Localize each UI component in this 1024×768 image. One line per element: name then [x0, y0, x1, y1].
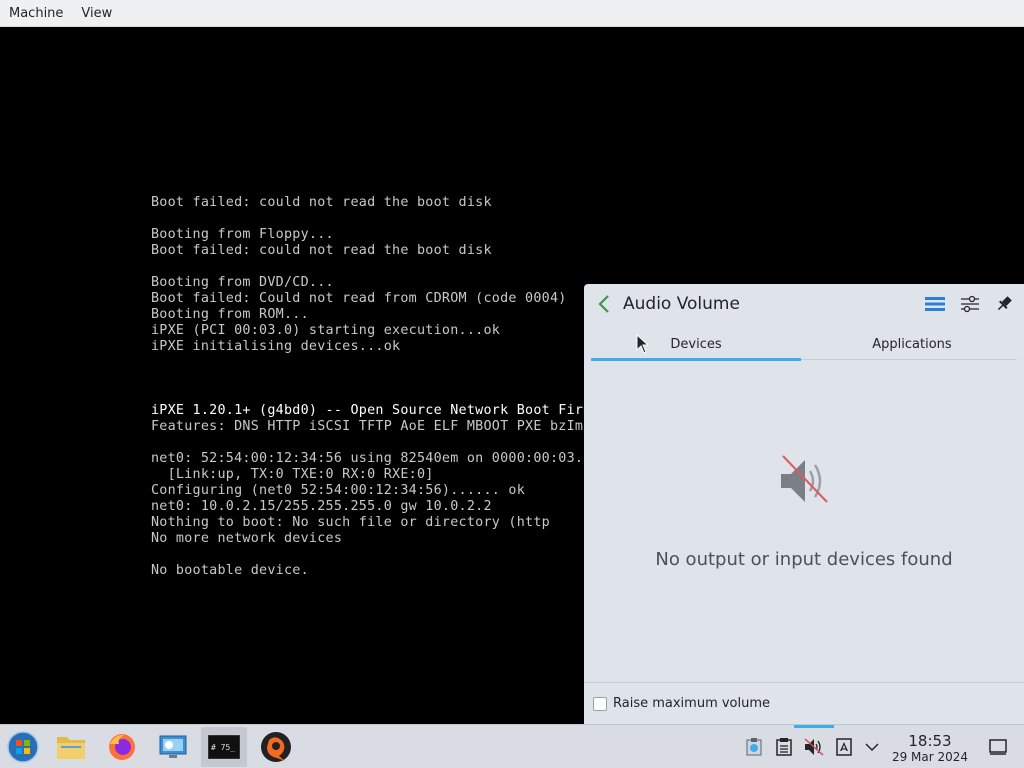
- tray-input-method[interactable]: [833, 736, 855, 758]
- menu-machine[interactable]: Machine: [0, 0, 72, 27]
- menu-button[interactable]: [923, 292, 947, 316]
- clipboard-icon: [776, 738, 792, 756]
- system-settings-icon: [159, 735, 187, 758]
- start-orb-icon: [7, 731, 39, 763]
- settings-sliders-icon: [961, 295, 979, 313]
- digital-clock[interactable]: 18:53 29 Mar 2024: [890, 732, 970, 764]
- tab-applications[interactable]: Applications: [807, 328, 1017, 360]
- popup-header: Audio Volume: [584, 284, 1024, 324]
- console-line: Booting from Floppy...: [151, 227, 334, 242]
- tab-applications-label: Applications: [872, 336, 952, 352]
- taskbar-system-settings[interactable]: [150, 727, 196, 767]
- console-line: Configuring (net0 52:54:00:12:34:56)....…: [151, 483, 526, 498]
- tray-volume[interactable]: [803, 736, 825, 758]
- start-menu-button[interactable]: [0, 727, 46, 767]
- console-line: iPXE (PCI 00:03.0) starting execution...…: [151, 323, 501, 338]
- tray-expand[interactable]: [861, 736, 883, 758]
- hamburger-menu-icon: [925, 297, 945, 311]
- menubar: Machine View: [0, 0, 1024, 27]
- terminal-icon-text: # 75_: [211, 743, 235, 752]
- popup-title: Audio Volume: [623, 294, 740, 314]
- console-line: Nothing to boot: No such file or directo…: [151, 515, 550, 530]
- pin-icon: [997, 296, 1012, 311]
- console-line: Boot failed: could not read the boot dis…: [151, 243, 492, 258]
- tray-active-indicator: [794, 725, 834, 728]
- audio-volume-popup: Audio Volume Devices Applications No out…: [584, 284, 1024, 724]
- back-button[interactable]: [594, 292, 614, 316]
- speaker-muted-icon: [781, 455, 828, 503]
- console-line: Booting from DVD/CD...: [151, 275, 334, 290]
- console-line: [Link:up, TX:0 TXE:0 RX:0 RXE:0]: [151, 467, 434, 482]
- configure-button[interactable]: [958, 292, 982, 316]
- console-line: net0: 52:54:00:12:34:56 using 82540em on…: [151, 451, 591, 466]
- boot-console: Boot failed: could not read the boot dis…: [151, 195, 591, 579]
- popup-footer: Raise maximum volume: [584, 682, 1024, 724]
- tray-clipboard[interactable]: [773, 736, 795, 758]
- mouse-cursor-icon: [636, 334, 648, 354]
- terminal-icon: # 75_: [208, 735, 240, 759]
- menu-view[interactable]: View: [72, 0, 121, 27]
- taskbar-qemu[interactable]: [253, 727, 299, 767]
- console-line: iPXE initialising devices...ok: [151, 339, 401, 354]
- console-line: net0: 10.0.2.15/255.255.255.0 gw 10.0.2.…: [151, 499, 492, 514]
- raise-max-volume-checkbox[interactable]: [593, 696, 607, 711]
- volume-muted-icon: [804, 738, 824, 756]
- show-desktop-icon: [989, 739, 1007, 755]
- console-line: Boot failed: Could not read from CDROM (…: [151, 291, 567, 306]
- clock-date: 29 Mar 2024: [891, 750, 969, 764]
- taskbar-firefox[interactable]: [99, 727, 145, 767]
- folder-icon: [57, 737, 85, 759]
- tab-bar: Devices Applications: [591, 328, 1017, 361]
- empty-state-message: No output or input devices found: [655, 549, 953, 570]
- console-line: No more network devices: [151, 531, 343, 546]
- taskbar-file-manager[interactable]: [48, 727, 94, 767]
- console-line: No bootable device.: [151, 563, 309, 578]
- taskbar: # 75_ 18:53 29 Mar 2024: [0, 724, 1024, 768]
- show-desktop-button[interactable]: [987, 736, 1009, 758]
- taskbar-terminal[interactable]: # 75_: [201, 727, 247, 767]
- console-line: iPXE 1.20.1+ (g4bd0) -- Open Source Netw…: [151, 403, 591, 418]
- pin-button[interactable]: [992, 292, 1016, 316]
- updates-icon: [746, 738, 762, 756]
- tab-devices[interactable]: Devices: [591, 328, 801, 361]
- clock-time: 18:53: [908, 732, 952, 750]
- console-line: Features: DNS HTTP iSCSI TFTP AoE ELF MB…: [151, 419, 591, 434]
- console-line: Boot failed: could not read the boot dis…: [151, 195, 492, 210]
- tab-devices-label: Devices: [670, 336, 722, 352]
- raise-max-volume-label[interactable]: Raise maximum volume: [613, 696, 770, 711]
- tray-updates[interactable]: [743, 736, 765, 758]
- chevron-left-icon: [598, 295, 609, 313]
- qemu-icon: [261, 732, 291, 762]
- firefox-icon: [109, 734, 135, 760]
- chevron-down-icon: [865, 743, 879, 752]
- keyboard-layout-icon: [836, 738, 852, 756]
- console-line: Booting from ROM...: [151, 307, 309, 322]
